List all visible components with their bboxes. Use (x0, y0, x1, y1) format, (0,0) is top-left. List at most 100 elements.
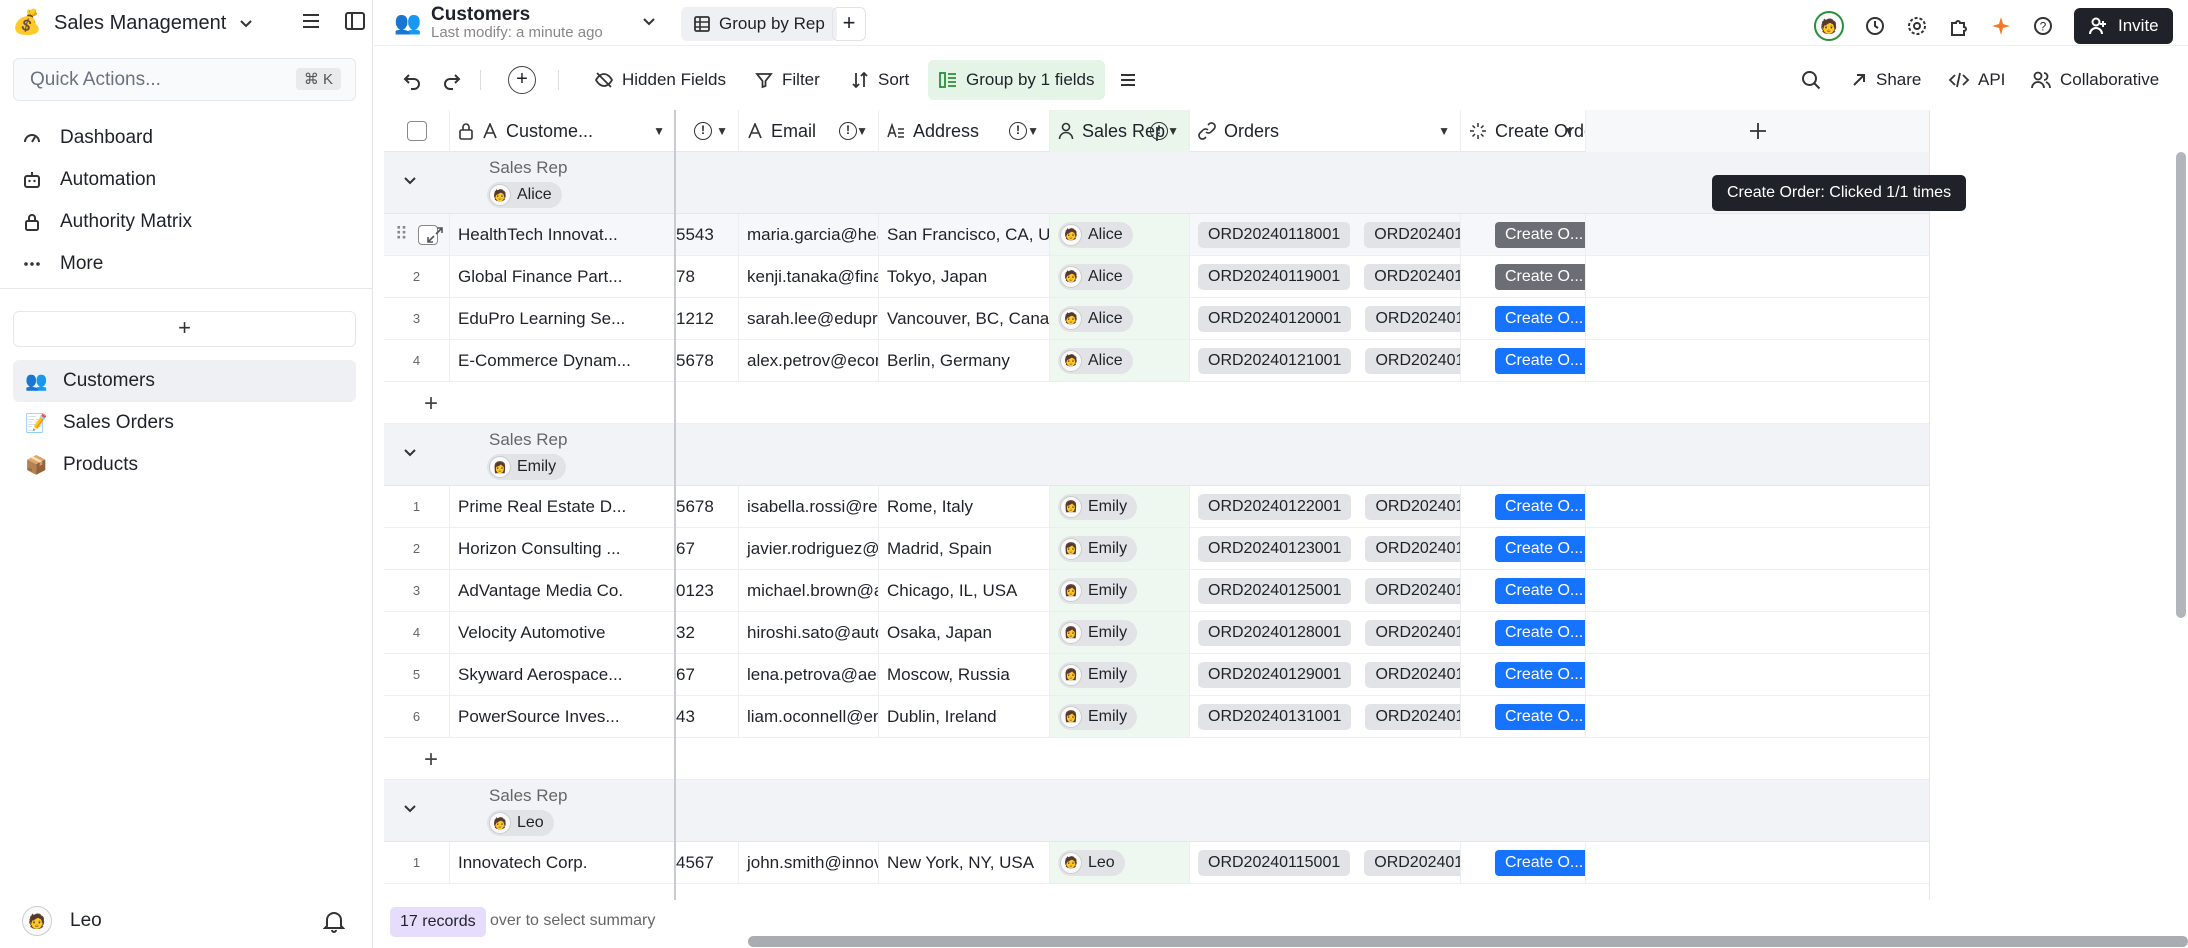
sales-rep-cell[interactable]: 🧑 Alice (1050, 256, 1190, 297)
caret-down-icon[interactable]: ▼ (1027, 124, 1039, 138)
hidden-fields-button[interactable]: Hidden Fields (594, 60, 726, 100)
chevron-down-icon[interactable] (238, 15, 254, 31)
create-order-button[interactable]: Create O... (1495, 305, 1585, 332)
table-row[interactable]: 4 E-Commerce Dynam... 5678 alex.petrov@e… (384, 340, 1930, 382)
phone-cell[interactable]: 67 (676, 654, 739, 695)
add-view-button[interactable]: + (832, 7, 866, 41)
address-cell[interactable]: San Francisco, CA, USA (879, 214, 1050, 255)
create-order-button[interactable]: Create O... (1495, 535, 1585, 562)
order-chip[interactable]: ORD20240121001 (1198, 347, 1352, 374)
address-cell[interactable]: New York, NY, USA (879, 842, 1050, 883)
email-cell[interactable]: alex.petrov@ecome... (739, 340, 879, 381)
create-order-button[interactable]: Create O... (1495, 619, 1585, 646)
order-chip[interactable]: ORD20240115001 (1198, 849, 1351, 876)
customer-name-cell[interactable]: AdVantage Media Co. (450, 570, 676, 611)
customer-name-cell[interactable]: Horizon Consulting ... (450, 528, 676, 569)
phone-cell[interactable]: 0123 (676, 570, 739, 611)
orders-cell[interactable]: ORD20240128001 ORD20240128001 (1190, 612, 1461, 653)
table-row[interactable]: 3 EduPro Learning Se... 1212 sarah.lee@e… (384, 298, 1930, 340)
row-height-icon[interactable] (1118, 60, 1138, 100)
order-chip[interactable]: ORD20240119001 (1198, 263, 1351, 290)
order-chip[interactable]: ORD20240122001 (1198, 493, 1352, 520)
order-chip[interactable]: ORD20240120001 (1365, 305, 1460, 332)
email-cell[interactable]: javier.rodriguez@co... (739, 528, 879, 569)
column-header-create-order[interactable]: Create Order ▼ (1461, 110, 1586, 152)
create-order-button[interactable]: Create O... (1495, 703, 1585, 730)
add-row-button[interactable]: + (384, 738, 1930, 780)
order-chip[interactable]: ORD20240122001 (1365, 493, 1460, 520)
record-count-badge[interactable]: 17 records (390, 907, 486, 937)
view-tab-group-by-rep[interactable]: Group by Rep (681, 7, 837, 41)
undo-icon[interactable] (402, 60, 422, 100)
group-header-alice[interactable]: Sales Rep 🧑 Alice (384, 152, 1930, 214)
table-item-customers[interactable]: 👥 Customers (13, 360, 356, 402)
group-header-emily[interactable]: Sales Rep 👩 Emily (384, 424, 1930, 486)
order-chip[interactable]: ORD20240121001 (1365, 347, 1460, 374)
table-row[interactable]: 2 Global Finance Part... 78 kenji.tanaka… (384, 256, 1930, 298)
create-order-button[interactable]: Create O... (1495, 221, 1585, 248)
select-all-checkbox[interactable] (384, 110, 450, 152)
order-chip[interactable]: ORD20240131001 (1365, 703, 1460, 730)
vertical-scrollbar[interactable] (2176, 152, 2186, 618)
sales-rep-cell[interactable]: 👩 Emily (1050, 612, 1190, 653)
order-chip[interactable]: ORD20240123001 (1198, 535, 1352, 562)
customer-name-cell[interactable]: Innovatech Corp. (450, 842, 676, 883)
phone-cell[interactable]: 5678 (676, 340, 739, 381)
sales-rep-cell[interactable]: 👩 Emily (1050, 570, 1190, 611)
order-chip[interactable]: ORD20240119001 (1364, 263, 1460, 290)
caret-down-icon[interactable]: ▼ (653, 124, 665, 138)
caret-down-icon[interactable]: ▼ (1167, 124, 1179, 138)
help-icon[interactable]: ? (2032, 15, 2054, 37)
table-item-sales-orders[interactable]: 📝 Sales Orders (13, 402, 356, 444)
orders-cell[interactable]: ORD20240123001 ORD20240123001 (1190, 528, 1461, 569)
collaborative-button[interactable]: Collaborative (2030, 60, 2159, 100)
caret-down-icon[interactable]: ▼ (856, 124, 868, 138)
address-cell[interactable]: Rome, Italy (879, 486, 1050, 527)
info-icon[interactable]: ! (1009, 122, 1027, 140)
caret-down-icon[interactable]: ▼ (1438, 124, 1450, 138)
add-table-button[interactable]: + (13, 311, 356, 347)
sales-rep-cell[interactable]: 🧑 Leo (1050, 842, 1190, 883)
create-order-button[interactable]: Create O... (1495, 347, 1585, 374)
nav-dashboard[interactable]: Dashboard (22, 117, 352, 159)
address-cell[interactable]: Tokyo, Japan (879, 256, 1050, 297)
order-chip[interactable]: ORD20240120001 (1198, 305, 1352, 332)
phone-cell[interactable]: 5543 (676, 214, 739, 255)
history-icon[interactable] (1864, 15, 1886, 37)
order-chip[interactable]: ORD20240123001 (1365, 535, 1460, 562)
email-cell[interactable]: sarah.lee@edupro.ca (739, 298, 879, 339)
order-chip[interactable]: ORD20240129001 (1198, 661, 1352, 688)
column-header-address[interactable]: Address ! ▼ (879, 110, 1050, 152)
phone-cell[interactable]: 5678 (676, 486, 739, 527)
phone-cell[interactable]: 4567 (676, 842, 739, 883)
order-chip[interactable]: ORD20240131001 (1198, 703, 1352, 730)
table-row[interactable]: 1 Prime Real Estate D... 5678 isabella.r… (384, 486, 1930, 528)
email-cell[interactable]: isabella.rossi@reale... (739, 486, 879, 527)
email-cell[interactable]: michael.brown@ad... (739, 570, 879, 611)
phone-cell[interactable]: 78 (676, 256, 739, 297)
create-order-button[interactable]: Create O... (1495, 661, 1585, 688)
puzzle-icon[interactable] (1948, 15, 1970, 37)
gear-icon[interactable] (1906, 15, 1928, 37)
create-order-button[interactable]: Create O... (1495, 493, 1585, 520)
create-order-button[interactable]: Create O... (1495, 577, 1585, 604)
column-header-orders[interactable]: Orders ▼ (1190, 110, 1461, 152)
column-header-sales-rep[interactable]: Sales Rep ! ▼ (1050, 110, 1190, 152)
checkbox[interactable] (406, 121, 427, 141)
customer-name-cell[interactable]: EduPro Learning Se... (450, 298, 676, 339)
chevron-down-icon[interactable] (402, 800, 418, 821)
info-icon[interactable]: ! (694, 122, 712, 140)
horizontal-scrollbar[interactable] (748, 936, 2188, 947)
address-cell[interactable]: Chicago, IL, USA (879, 570, 1050, 611)
address-cell[interactable]: Vancouver, BC, Canada (879, 298, 1050, 339)
orders-cell[interactable]: ORD20240131001 ORD20240131001 (1190, 696, 1461, 737)
add-column-button[interactable] (1586, 110, 1930, 152)
caret-down-icon[interactable]: ▼ (716, 124, 728, 138)
orders-cell[interactable]: ORD20240129001 ORD20240129001 (1190, 654, 1461, 695)
email-cell[interactable]: kenji.tanaka@financ... (739, 256, 879, 297)
email-cell[interactable]: john.smith@innovat... (739, 842, 879, 883)
sales-rep-cell[interactable]: 🧑 Alice (1050, 214, 1190, 255)
orders-cell[interactable]: ORD20240121001 ORD20240121001 (1190, 340, 1461, 381)
table-row[interactable]: 4 Velocity Automotive 32 hiroshi.sato@au… (384, 612, 1930, 654)
table-row[interactable]: 3 AdVantage Media Co. 0123 michael.brown… (384, 570, 1930, 612)
